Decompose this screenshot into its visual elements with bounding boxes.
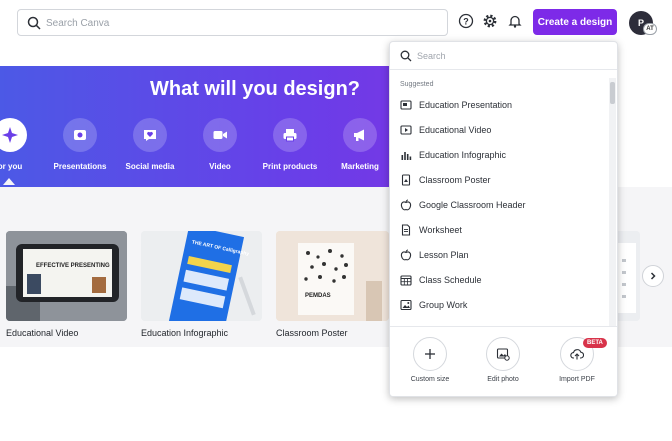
plus-icon [425, 349, 435, 359]
card-thumbnail: THE ART OF Calligraphy [141, 231, 262, 321]
create-design-button[interactable]: Create a design [533, 9, 617, 35]
custom-size-option[interactable]: Custom size [400, 337, 460, 383]
dropdown-search-input[interactable] [417, 48, 597, 64]
search-icon [400, 50, 412, 62]
menu-item-label: Education Presentation [419, 100, 513, 110]
presentation-icon [74, 130, 86, 140]
card-label[interactable]: Education Infographic [141, 328, 228, 338]
top-bar: ? Create a design P AT [0, 0, 672, 44]
menu-item-education-presentation[interactable]: Education Presentation [390, 93, 605, 117]
menu-item-worksheet[interactable]: Worksheet [390, 218, 605, 242]
poster-icon [400, 174, 412, 186]
card-label[interactable]: Educational Video [6, 328, 78, 338]
chevron-right-icon [650, 272, 656, 280]
apple-icon [400, 199, 412, 211]
bar-chart-icon [400, 149, 412, 161]
dropdown-scrollbar[interactable] [609, 78, 616, 326]
help-icon[interactable]: ? [458, 13, 474, 29]
menu-item-class-schedule[interactable]: Class Schedule [390, 268, 605, 292]
menu-item-label: Group Work [419, 300, 468, 310]
card-label[interactable]: Classroom Poster [276, 328, 348, 338]
card-thumbnail-text: PEMDAS [305, 293, 331, 299]
category-social-media[interactable]: Social media [115, 118, 185, 171]
search-input[interactable] [46, 14, 436, 32]
category-circle [273, 118, 307, 152]
dropdown-search[interactable] [390, 42, 617, 70]
menu-item-label: Education Infographic [419, 150, 507, 160]
heart-chat-icon [144, 130, 156, 141]
megaphone-icon [354, 129, 364, 141]
category-label: Marketing [341, 162, 379, 171]
footer-circle [486, 337, 520, 371]
calendar-icon [400, 274, 412, 286]
footer-label: Import PDF [559, 376, 595, 383]
bell-icon[interactable] [507, 13, 523, 29]
gear-icon[interactable] [482, 13, 498, 29]
card-thumbnail: EFFECTIVE PRESENTING [6, 231, 127, 321]
menu-item-classroom-poster[interactable]: Classroom Poster [390, 168, 605, 192]
banner-title: What will you design? [150, 78, 360, 100]
printer-icon [283, 129, 297, 142]
edit-photo-option[interactable]: Edit photo [473, 337, 533, 383]
video-camera-icon [213, 131, 227, 139]
menu-item-label: Classroom Poster [419, 175, 491, 185]
menu-item-label: Worksheet [419, 225, 462, 235]
avatar-badge: AT [643, 23, 657, 35]
sparkle-icon [2, 127, 18, 143]
beta-badge: BETA [583, 338, 607, 348]
category-for-you[interactable]: or you [0, 118, 45, 171]
category-circle [63, 118, 97, 152]
category-circle [0, 118, 27, 152]
template-card-classroom-poster[interactable]: PEMDAS [276, 231, 389, 321]
card-thumbnail: PEMDAS [276, 231, 389, 321]
category-circle [343, 118, 377, 152]
category-label: Video [209, 162, 231, 171]
video-icon [400, 124, 412, 136]
search-icon [27, 16, 41, 30]
menu-item-group-work[interactable]: Group Work [390, 293, 605, 317]
dropdown-scroll-thumb[interactable] [610, 82, 615, 104]
menu-item-lesson-plan[interactable]: Lesson Plan [390, 243, 605, 267]
search-bar[interactable] [17, 9, 448, 36]
section-label: Suggested [400, 81, 434, 88]
dropdown-footer: Custom size Edit photo Import PDF [390, 326, 617, 396]
category-label: Print products [262, 162, 318, 171]
category-presentations[interactable]: Presentations [45, 118, 115, 171]
carousel-next-button[interactable] [642, 265, 664, 287]
category-print-products[interactable]: Print products [255, 118, 325, 171]
category-circle [133, 118, 167, 152]
menu-item-google-classroom-header[interactable]: Google Classroom Header [390, 193, 605, 217]
menu-item-educational-video[interactable]: Educational Video [390, 118, 605, 142]
upload-cloud-icon [570, 349, 584, 360]
footer-label: Custom size [410, 376, 450, 383]
menu-item-label: Google Classroom Header [419, 200, 526, 210]
category-pointer [3, 178, 15, 185]
card-thumbnail-text: EFFECTIVE PRESENTING [36, 263, 110, 269]
document-icon [400, 224, 412, 236]
image-icon [400, 299, 412, 311]
menu-item-label: Lesson Plan [419, 250, 469, 260]
category-label: Social media [125, 162, 175, 171]
menu-item-education-infographic[interactable]: Education Infographic [390, 143, 605, 167]
presentation-icon [400, 99, 412, 111]
template-card-education-infographic[interactable]: THE ART OF Calligraphy [141, 231, 262, 321]
create-design-dropdown: Suggested Education Presentation Educati… [389, 41, 618, 397]
category-marketing[interactable]: Marketing [325, 118, 395, 171]
category-video[interactable]: Video [185, 118, 255, 171]
template-card-educational-video[interactable]: EFFECTIVE PRESENTING [6, 231, 127, 321]
svg-text:?: ? [463, 17, 469, 27]
footer-label: Edit photo [487, 376, 519, 383]
edit-photo-icon [496, 348, 510, 361]
category-label: Presentations [53, 162, 107, 171]
menu-item-label: Educational Video [419, 125, 492, 135]
apple-icon [400, 249, 412, 261]
menu-item-label: Class Schedule [419, 275, 482, 285]
category-circle [203, 118, 237, 152]
category-label: or you [0, 162, 23, 171]
footer-circle [413, 337, 447, 371]
